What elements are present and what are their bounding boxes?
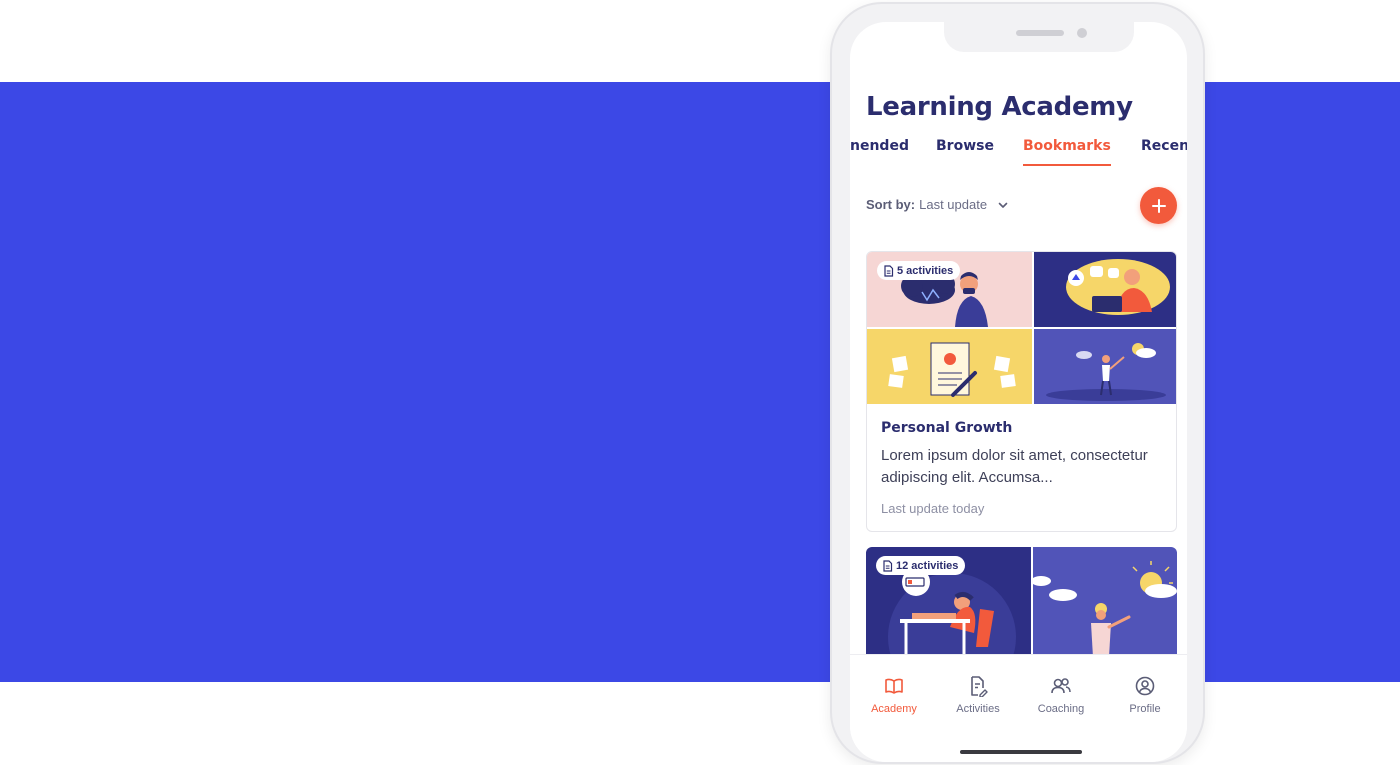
activities-badge: 5 activities — [877, 261, 961, 280]
course-card-personal-growth[interactable]: 5 activities Personal Growth Lorem ipsum… — [866, 251, 1177, 532]
illustration-person-outdoors — [1034, 329, 1176, 404]
users-icon — [1051, 678, 1071, 694]
sort-value: Last update — [919, 197, 988, 212]
phone-frame: Learning Academy nended Browse Bookmarks… — [830, 2, 1205, 764]
book-open-icon — [885, 678, 903, 694]
sort-dropdown[interactable]: Sort by: Last update — [866, 197, 1009, 212]
card-last-update: Last update today — [881, 501, 985, 516]
tab-bookmarks[interactable]: Bookmarks — [1023, 138, 1111, 154]
user-circle-icon — [1135, 676, 1155, 696]
speaker-grille — [1016, 30, 1064, 36]
bottom-navigation: Academy Activities Coaching Profile — [850, 654, 1187, 762]
activities-count: 12 activities — [896, 559, 959, 572]
sort-label: Sort by: — [866, 197, 916, 212]
tab-bar: nended Browse Bookmarks Recent — [850, 138, 1187, 168]
illustration-certificate — [867, 329, 1032, 404]
document-edit-icon — [971, 676, 988, 697]
active-tab-indicator — [1023, 164, 1111, 166]
card-description: Lorem ipsum dolor sit amet, consectetur … — [881, 447, 1148, 486]
nav-coaching[interactable]: Coaching — [1021, 675, 1101, 715]
nav-label-activities: Activities — [956, 703, 1000, 715]
nav-label-academy: Academy — [871, 703, 917, 715]
tab-browse[interactable]: Browse — [936, 138, 994, 154]
add-bookmark-button[interactable] — [1140, 187, 1177, 224]
page-title: Learning Academy — [866, 92, 1133, 122]
tab-recent[interactable]: Recent — [1141, 138, 1187, 154]
phone-screen: Learning Academy nended Browse Bookmarks… — [850, 22, 1187, 762]
illustration-laptop-user — [1034, 252, 1176, 327]
nav-academy[interactable]: Academy — [854, 675, 934, 715]
document-icon — [883, 559, 893, 572]
phone-notch — [944, 22, 1134, 52]
nav-profile[interactable]: Profile — [1105, 675, 1185, 715]
home-indicator — [960, 750, 1082, 754]
nav-activities[interactable]: Activities — [938, 675, 1018, 715]
front-camera — [1077, 28, 1087, 38]
nav-label-coaching: Coaching — [1037, 703, 1085, 715]
plus-icon — [1151, 198, 1166, 213]
activities-badge: 12 activities — [876, 556, 966, 575]
document-icon — [884, 264, 894, 277]
chevron-down-icon — [998, 202, 1008, 208]
card-title: Personal Growth — [881, 420, 1013, 436]
illustration-thinking-man: 5 activities — [867, 252, 1032, 327]
tab-recommended[interactable]: nended — [850, 138, 909, 154]
activities-count: 5 activities — [897, 264, 954, 277]
nav-label-profile: Profile — [1129, 703, 1161, 715]
